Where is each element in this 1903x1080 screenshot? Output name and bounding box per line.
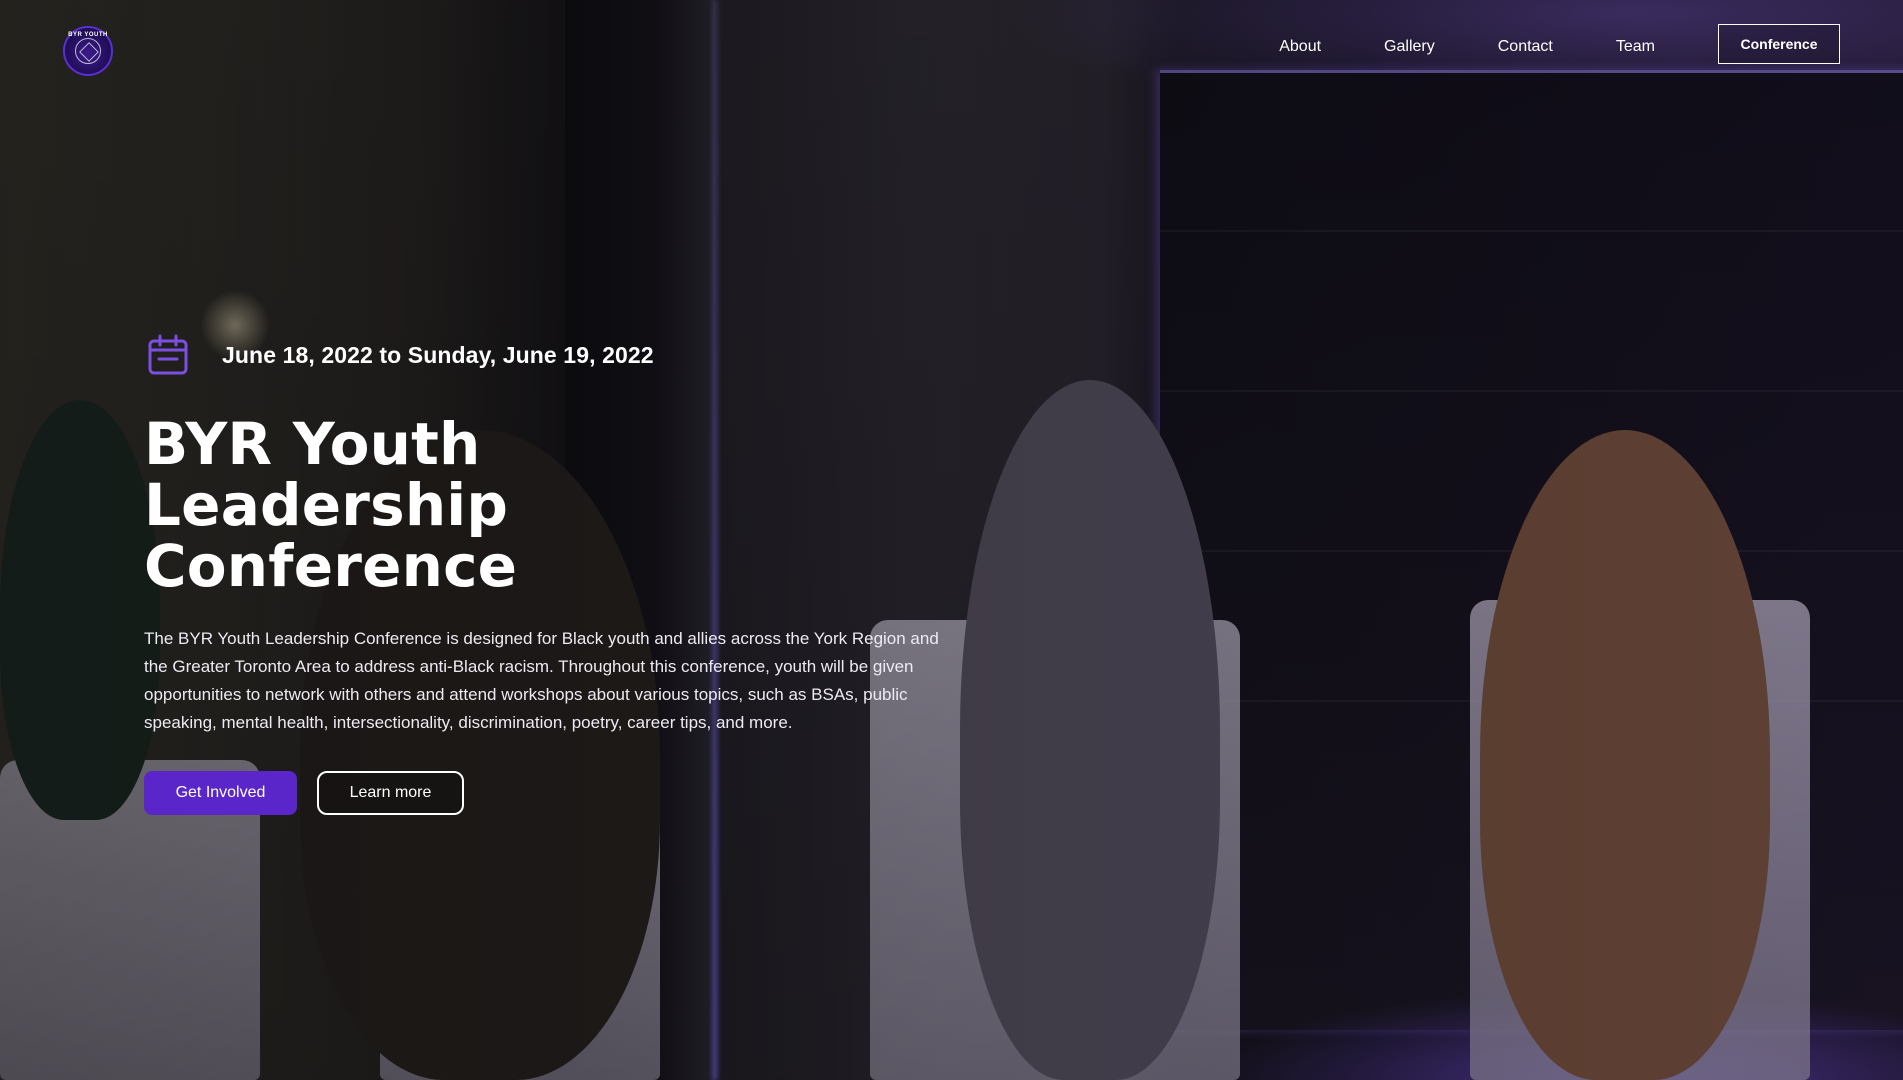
logo-emblem	[75, 38, 101, 64]
hero-content: June 18, 2022 to Sunday, June 19, 2022 B…	[144, 334, 974, 815]
conference-button[interactable]: Conference	[1718, 24, 1840, 64]
hero-description: The BYR Youth Leadership Conference is d…	[144, 629, 939, 732]
logo-icon[interactable]: BYR YOUTH	[63, 26, 113, 76]
get-involved-button[interactable]: Get Involved	[144, 771, 297, 815]
hero-actions: Get Involved Learn more	[144, 771, 974, 815]
learn-more-button[interactable]: Learn more	[317, 771, 464, 815]
nav-link-gallery[interactable]: Gallery	[1384, 33, 1435, 61]
nav-links: About Gallery Contact Team Conference	[1279, 24, 1843, 64]
top-navbar: BYR YOUTH About Gallery Contact Team Con…	[0, 0, 1903, 90]
nav-link-about[interactable]: About	[1279, 33, 1321, 61]
hero-section: BYR YOUTH About Gallery Contact Team Con…	[0, 0, 1903, 1080]
event-date: June 18, 2022 to Sunday, June 19, 2022	[222, 341, 654, 368]
calendar-icon	[148, 334, 188, 375]
nav-link-team[interactable]: Team	[1616, 33, 1655, 61]
event-date-row: June 18, 2022 to Sunday, June 19, 2022	[144, 334, 974, 376]
page-title: BYR Youth Leadership Conference	[144, 410, 518, 600]
nav-link-contact[interactable]: Contact	[1498, 33, 1553, 61]
